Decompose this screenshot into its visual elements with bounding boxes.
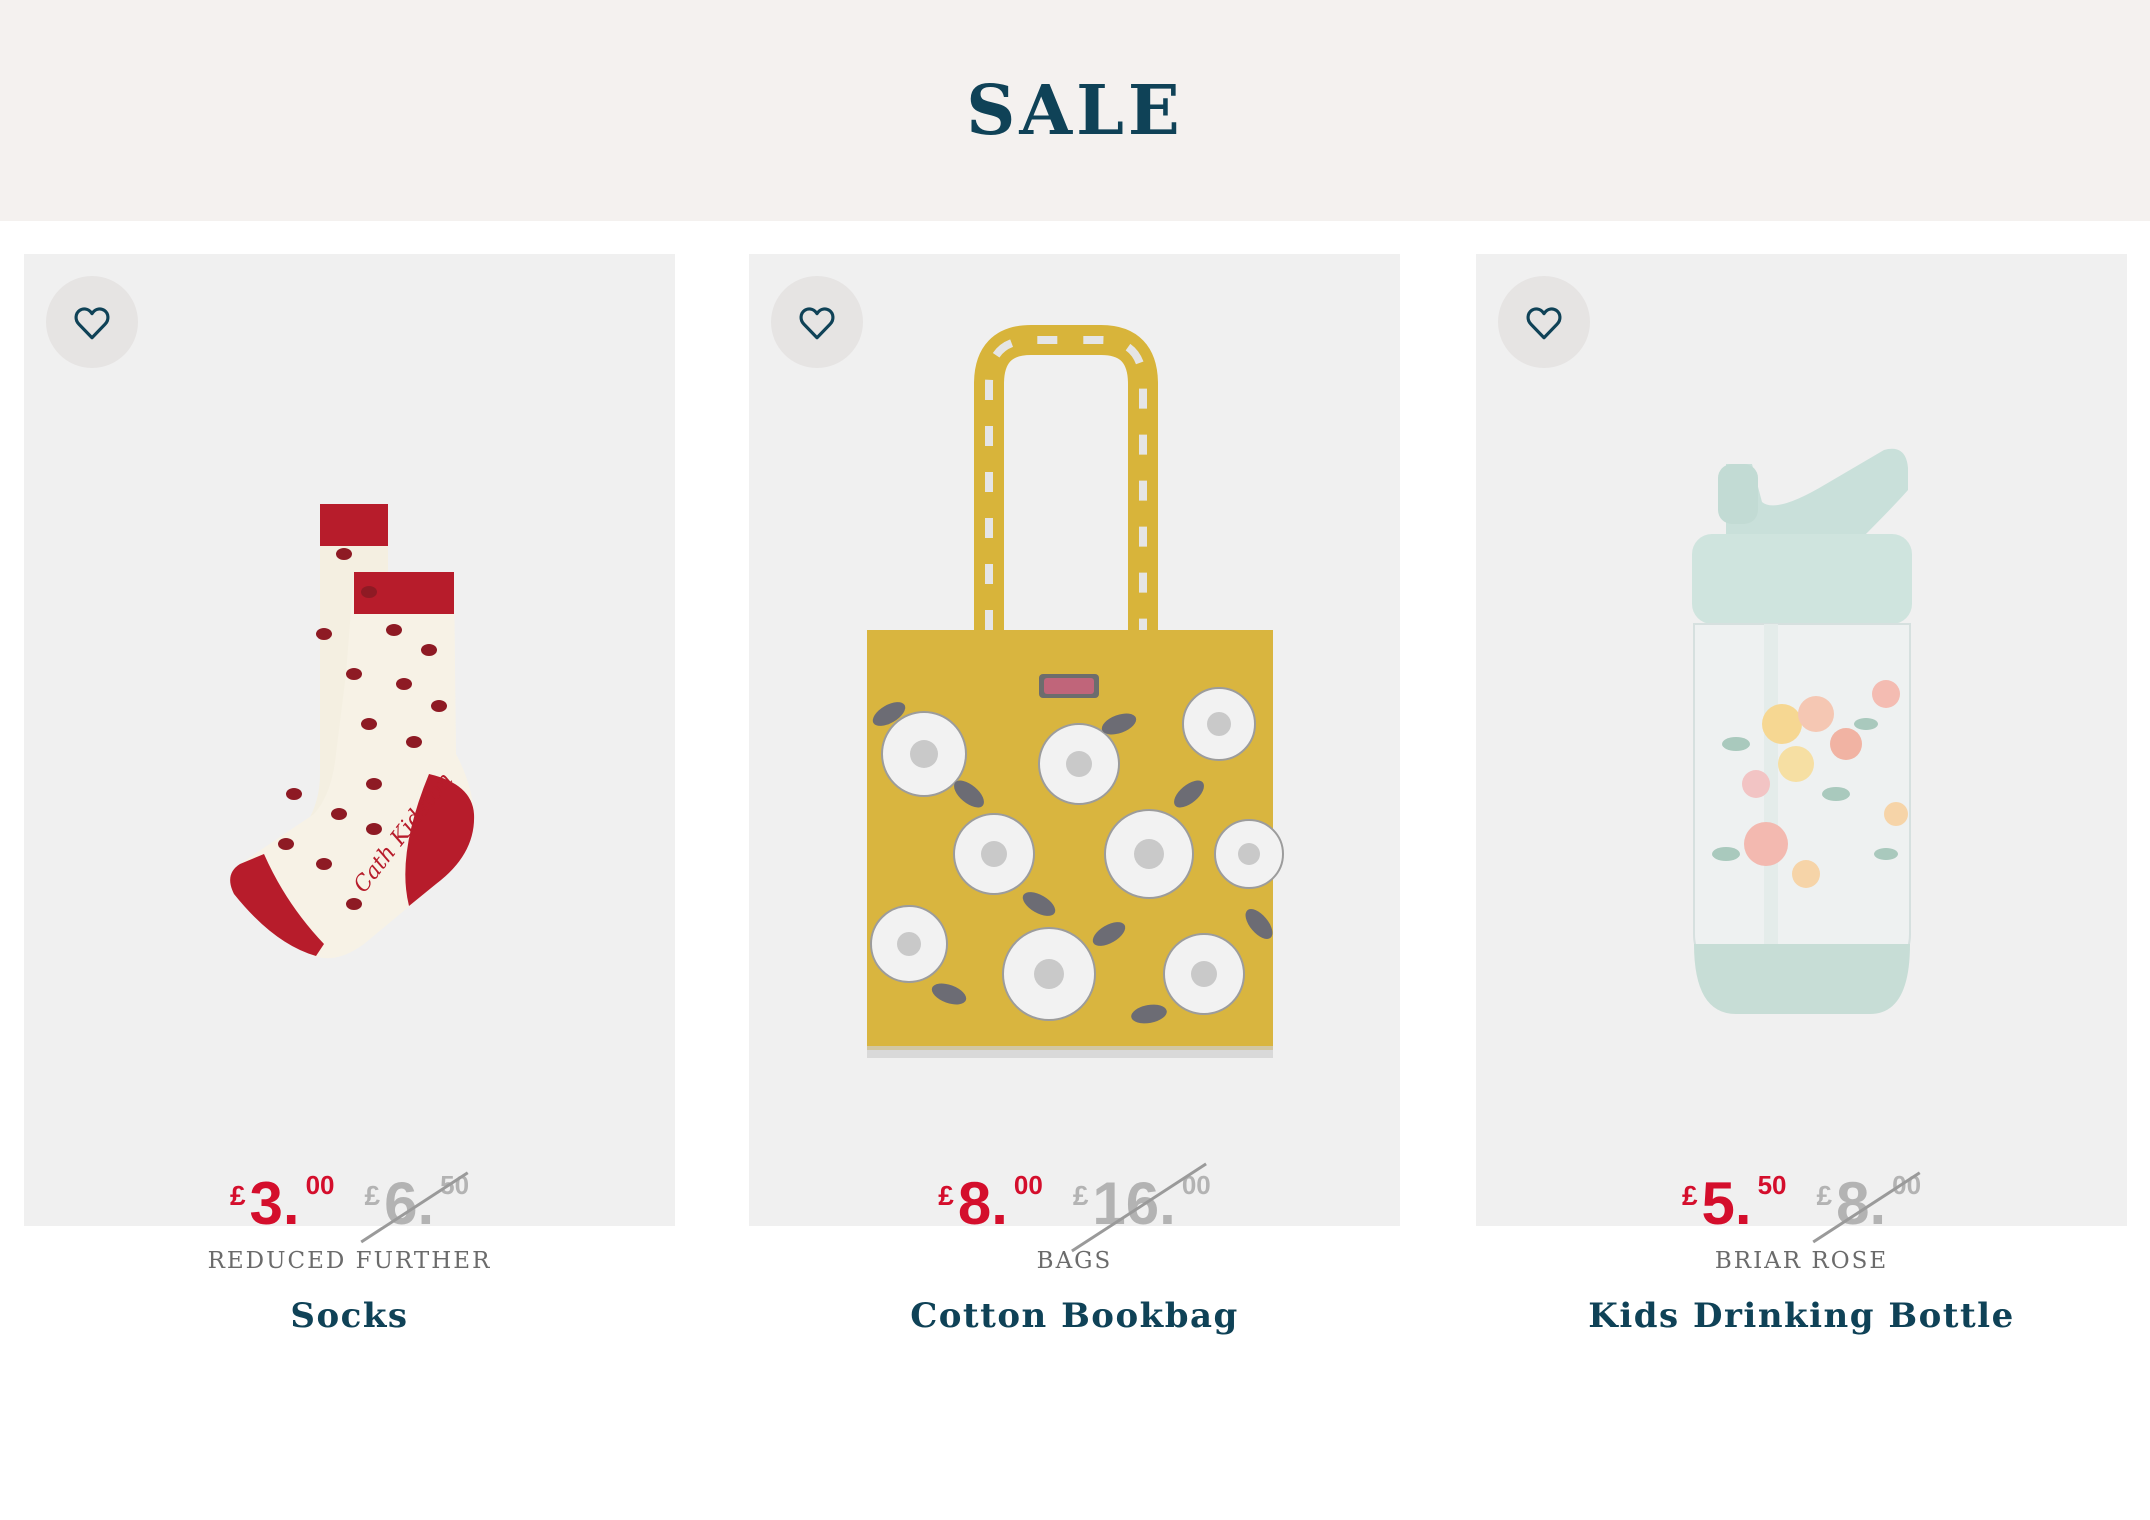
product-image-bottle[interactable] (1476, 254, 2127, 1226)
bookbag-image (867, 325, 1284, 1058)
product-title[interactable]: Kids Drinking Bottle (1476, 1296, 2127, 1336)
wishlist-button[interactable] (771, 276, 863, 368)
sale-banner: SALE (0, 0, 2150, 221)
wishlist-button[interactable] (1498, 276, 1590, 368)
page-title: SALE (966, 70, 1184, 151)
heart-outline-icon (799, 307, 835, 340)
heart-outline-icon (74, 307, 110, 340)
product-category: REDUCED FURTHER (207, 1248, 492, 1274)
product-title[interactable]: Socks (24, 1296, 675, 1336)
product-title[interactable]: Cotton Bookbag (749, 1296, 1400, 1336)
product-category: BAGS (1036, 1248, 1113, 1274)
product-image-bookbag[interactable] (749, 254, 1400, 1226)
product-card-socks[interactable]: Cath Kidston REDUCED FURTHER Socks (24, 254, 675, 1336)
wishlist-button[interactable] (46, 276, 138, 368)
socks-image: Cath Kidston (230, 504, 475, 959)
product-category: BRIAR ROSE (1714, 1248, 1889, 1274)
bottle-image (1692, 448, 1912, 1014)
product-image-socks[interactable]: Cath Kidston (24, 254, 675, 1226)
product-card-bottle[interactable]: BRIAR ROSE Kids Drinking Bottle (1476, 254, 2127, 1336)
product-card-bookbag[interactable]: BAGS Cotton Bookbag (749, 254, 1400, 1336)
heart-outline-icon (1526, 307, 1562, 340)
